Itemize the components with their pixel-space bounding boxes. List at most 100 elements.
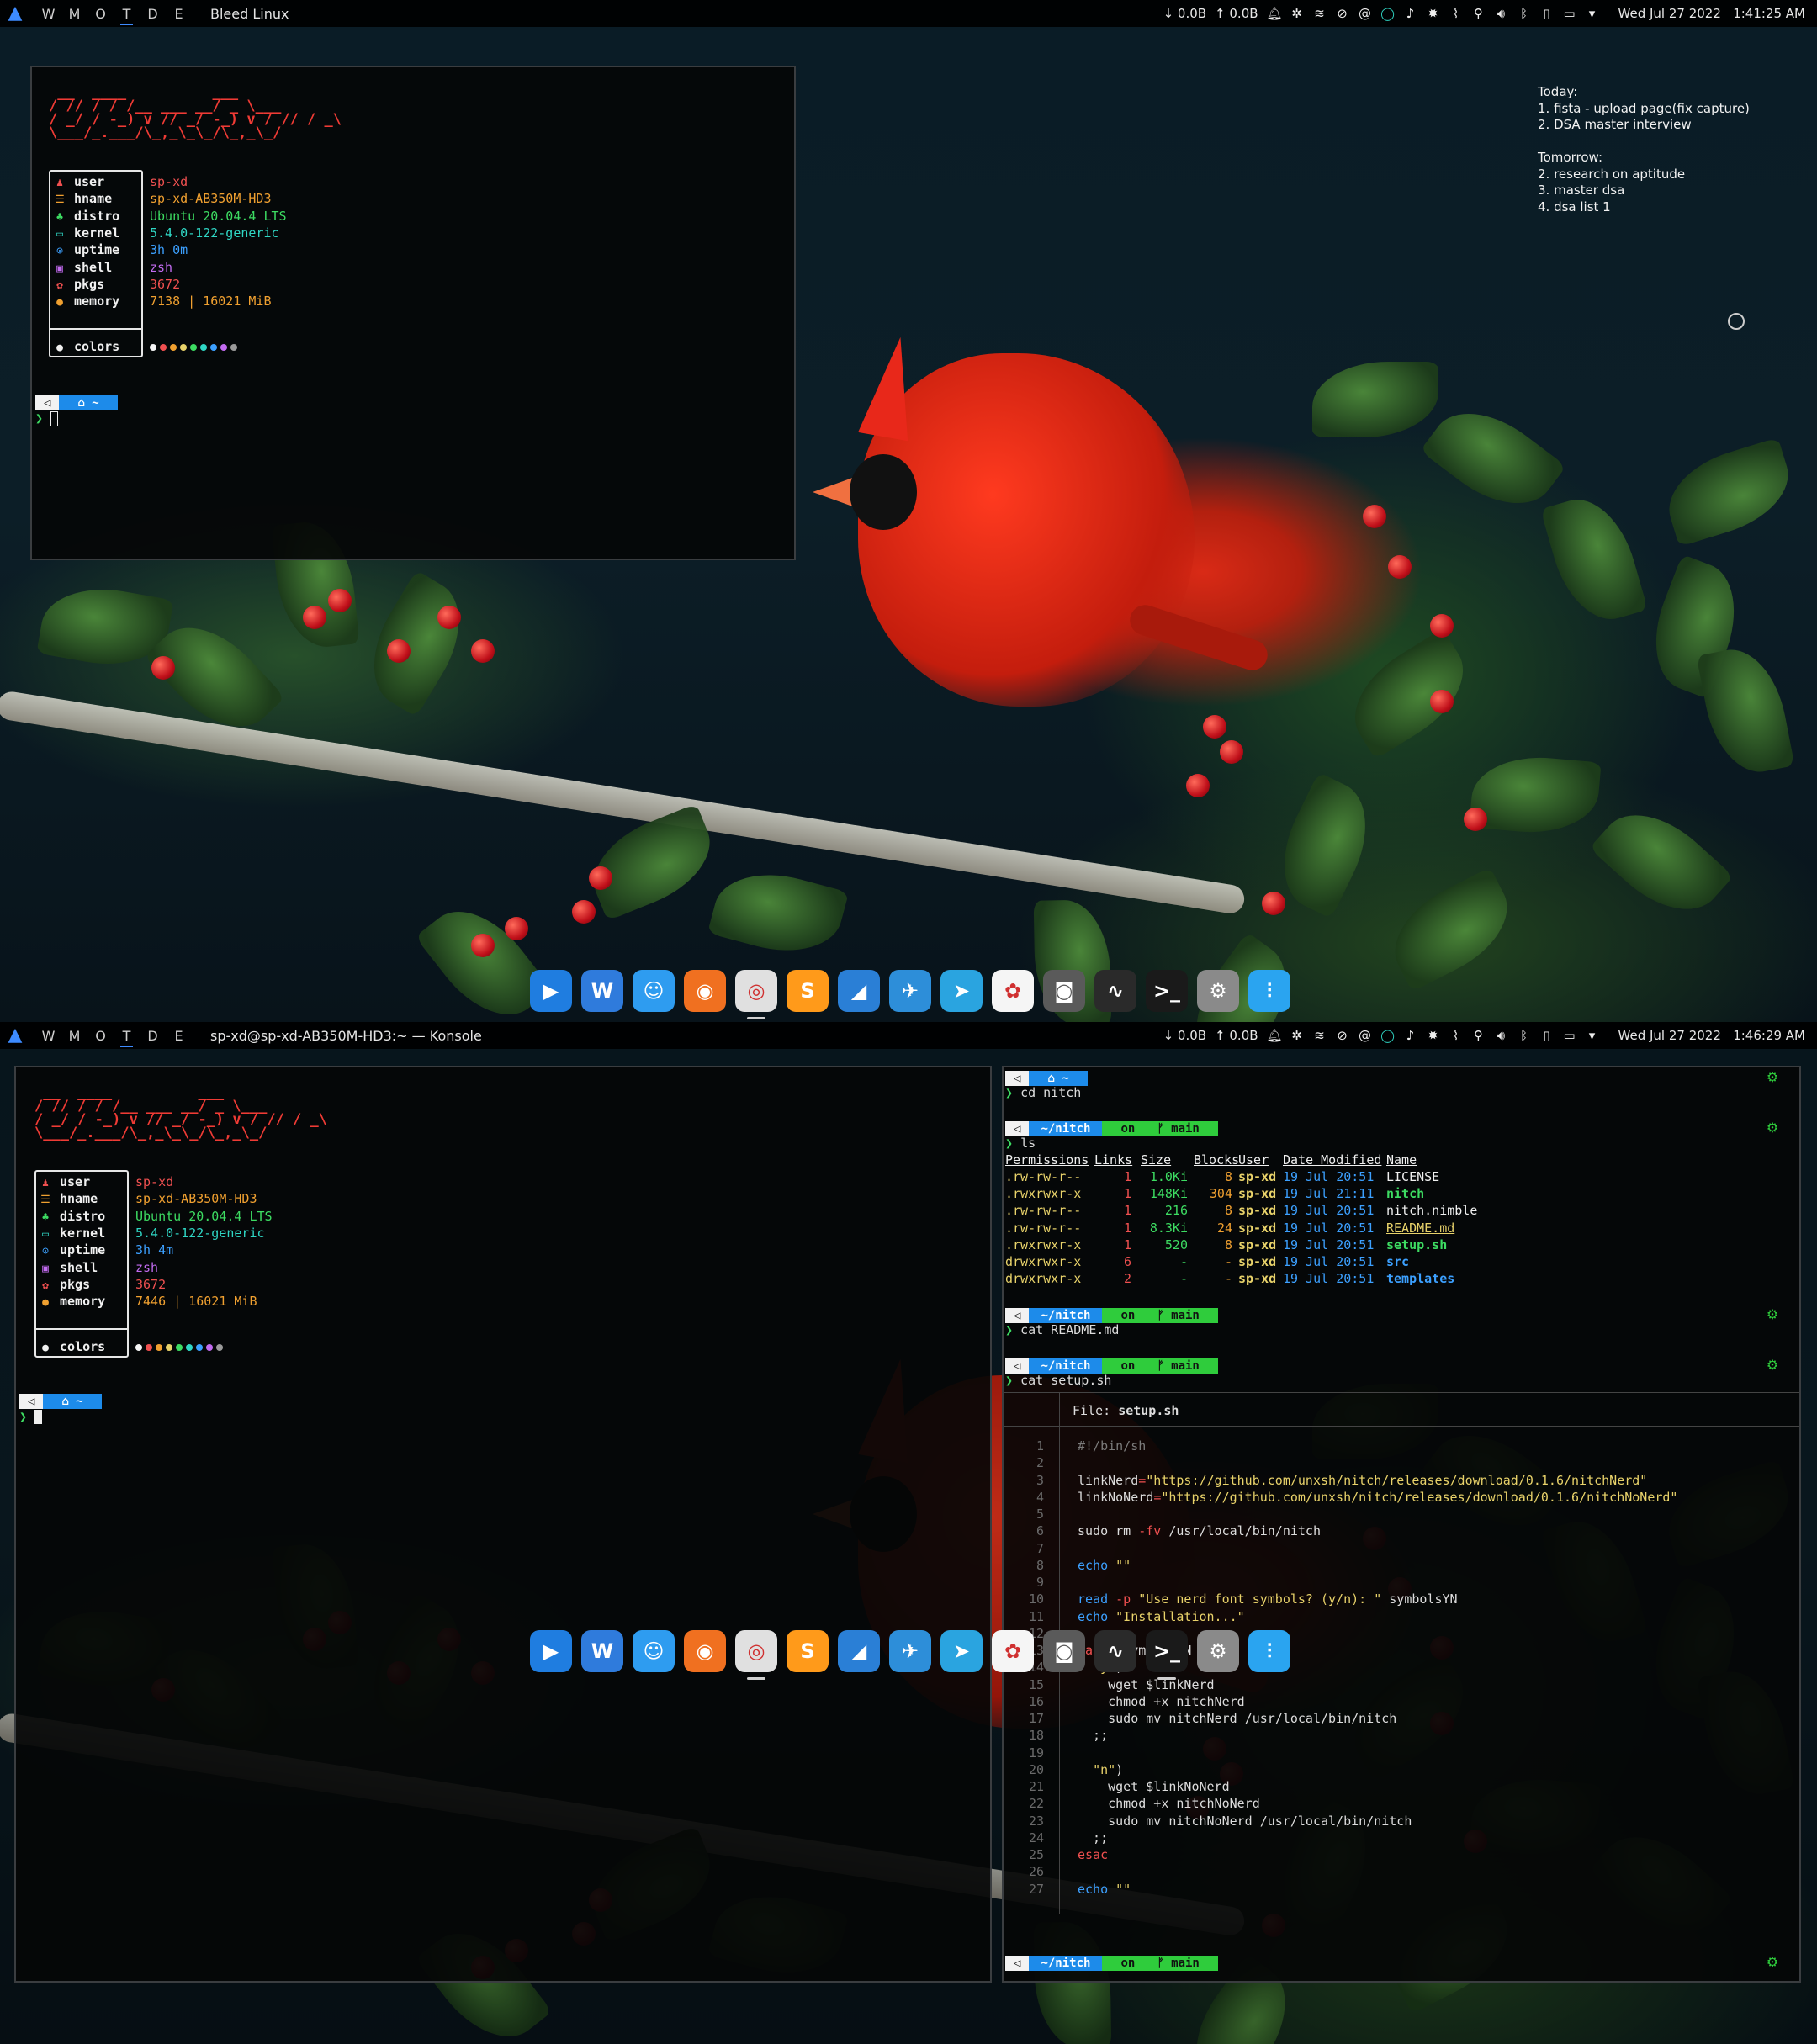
screen-icon[interactable]: ▭ [1562,1028,1577,1043]
ls-cell[interactable]: setup.sh [1386,1236,1447,1253]
workspace-w[interactable]: W [35,1028,61,1044]
ls-cell[interactable]: src [1386,1253,1409,1270]
dnd-icon[interactable]: ⊘ [1335,1028,1350,1043]
volume-icon[interactable]: 🔊︎ [1494,6,1509,21]
fetch-key: memory [74,294,120,310]
ls-header-cell: Permissions [1005,1152,1089,1168]
workspace-e[interactable]: E [166,1028,192,1044]
konsole-right-pane[interactable]: ◁ ⌂ ~ ⚙ ❯ cd nitch ◁ ~/nitch on ᚠ main ⚙ ❯ ls Perm… [1002,1066,1801,1983]
settings-icon[interactable]: ⚙ [1197,1630,1239,1672]
chevron-down-icon[interactable]: ▾ [1585,6,1600,21]
photos-icon[interactable]: ✿ [992,1630,1034,1672]
ls-cell[interactable]: nitch.nimble [1386,1202,1477,1219]
konsole-left-pane[interactable]: __ ____ ___ / // / / /__ ___ __/ _ \___ … [14,1066,992,1983]
writer-icon[interactable]: W [581,1630,623,1672]
chevron-down-icon[interactable]: ▾ [1585,1028,1600,1043]
finder-icon[interactable]: ☺ [633,1630,675,1672]
workspace-o[interactable]: O [87,1028,114,1044]
finder-icon[interactable]: ☺ [633,970,675,1012]
music-icon[interactable]: ♪ [1403,6,1418,21]
command-line: ❯ cd nitch [1005,1085,1082,1100]
sublime-icon[interactable]: S [787,970,829,1012]
ls-cell[interactable]: LICENSE [1386,1168,1439,1185]
code-line: 20 "n") [1012,1761,1123,1778]
equalizer-icon[interactable]: ⫶ [1248,1630,1290,1672]
paperclip-icon[interactable]: ⌇ [1449,1028,1464,1043]
swift-icon[interactable]: ✈ [889,1630,931,1672]
screen-icon[interactable]: ▭ [1562,6,1577,21]
arch-logo-icon[interactable]: ▲ [5,1025,25,1046]
bell-icon[interactable]: 🔔︎ [1267,1028,1283,1043]
workspace-m[interactable]: M [61,6,87,22]
battery-icon[interactable]: ▯ [1539,1028,1555,1043]
prompt-dir-segment: ⌂ ~ [59,395,118,410]
terminal-icon[interactable]: >_ [1146,1630,1188,1680]
telegram-icon[interactable]: ➤ [940,1630,983,1672]
terminal-window-1[interactable]: __ ____ ___ / // / / /__ ___ __/ _ \___ … [30,66,796,560]
terminal-icon[interactable]: >_ [1146,970,1188,1012]
gear-icon[interactable]: ✹ [1426,1028,1441,1043]
flame-icon[interactable]: ≋ [1312,1028,1327,1043]
media-player-icon[interactable]: ▶ [530,970,572,1012]
bluetooth-icon[interactable]: ᛒ [1517,6,1532,21]
compass-icon[interactable]: ✲ [1290,1028,1305,1043]
at-icon[interactable]: @ [1358,6,1373,21]
compass-icon[interactable]: ✲ [1290,6,1305,21]
workspace-w[interactable]: W [35,6,61,22]
dnd-icon[interactable]: ⊘ [1335,6,1350,21]
photos-icon[interactable]: ✿ [992,970,1034,1012]
settings-icon[interactable]: ⚙ [1197,970,1239,1012]
chrome-icon[interactable]: ◎ [735,1630,777,1680]
screenshot-icon[interactable]: ◙ [1043,970,1085,1012]
color-dot [146,1344,152,1351]
equalizer-icon[interactable]: ⫶ [1248,970,1290,1012]
monitor-icon[interactable]: ∿ [1094,970,1136,1012]
wallpaper-leaf [1696,641,1795,781]
music-icon[interactable]: ♪ [1403,1028,1418,1043]
wallpaper-leaf [1657,437,1800,547]
telegram-icon[interactable]: ➤ [940,970,983,1012]
ls-cell[interactable]: nitch [1386,1185,1424,1202]
ls-header-cell: User [1238,1152,1269,1168]
flame-icon[interactable]: ≋ [1312,6,1327,21]
bell-icon[interactable]: 🔔︎ [1267,6,1283,21]
pkgs-icon: ✿ [56,278,63,292]
monitor-icon[interactable]: ∿ [1094,1630,1136,1672]
media-player-icon[interactable]: ▶ [530,1630,572,1672]
swift-icon[interactable]: ✈ [889,970,931,1012]
workspace-e[interactable]: E [166,6,192,22]
paperclip-icon[interactable]: ⌇ [1449,6,1464,21]
ring-icon[interactable]: ◯ [1380,1028,1396,1043]
vscode-icon[interactable]: ◢ [838,970,880,1012]
volume-icon[interactable]: 🔊︎ [1494,1028,1509,1043]
workspace-t[interactable]: T [114,1028,140,1047]
top-bar: ▲ W M O T D E Bleed Linux ↓ 0.0B ↑ 0.0B 🔔︎ ✲ ≋ ⊘ @ ◯ ♪ ✹ ⌇… [0,0,1817,27]
ascii-logo: __ ____ ___ / // / / /__ ___ __/ _ \___ … [34,1084,327,1141]
screenshot-icon[interactable]: ◙ [1043,1630,1085,1672]
ls-cell[interactable]: templates [1386,1270,1454,1287]
vscode-icon[interactable]: ◢ [838,1630,880,1672]
workspace-d[interactable]: D [140,6,166,22]
workspace-o[interactable]: O [87,6,114,22]
workspace-m[interactable]: M [61,1028,87,1044]
at-icon[interactable]: @ [1358,1028,1373,1043]
fetch-row-colors: ● colors [38,1338,226,1357]
gear-icon[interactable]: ✹ [1426,6,1441,21]
sublime-icon[interactable]: S [787,1630,829,1672]
arch-logo-icon[interactable]: ▲ [5,3,25,24]
location-icon[interactable]: ⚲ [1471,1028,1486,1043]
chrome-icon[interactable]: ◎ [735,970,777,1019]
location-icon[interactable]: ⚲ [1471,6,1486,21]
firefox-icon[interactable]: ◉ [684,970,726,1012]
workspace-d[interactable]: D [140,1028,166,1044]
workspace-t[interactable]: T [114,6,140,25]
ls-cell[interactable]: README.md [1386,1220,1454,1236]
clock[interactable]: Wed Jul 27 2022 1:41:25 AM [1618,6,1805,21]
writer-icon[interactable]: W [581,970,623,1012]
battery-icon[interactable]: ▯ [1539,6,1555,21]
ring-icon[interactable]: ◯ [1380,6,1396,21]
firefox-icon[interactable]: ◉ [684,1630,726,1672]
widget-gear-icon[interactable] [1728,313,1745,330]
clock[interactable]: Wed Jul 27 2022 1:46:29 AM [1618,1028,1805,1043]
bluetooth-icon[interactable]: ᛒ [1517,1028,1532,1043]
